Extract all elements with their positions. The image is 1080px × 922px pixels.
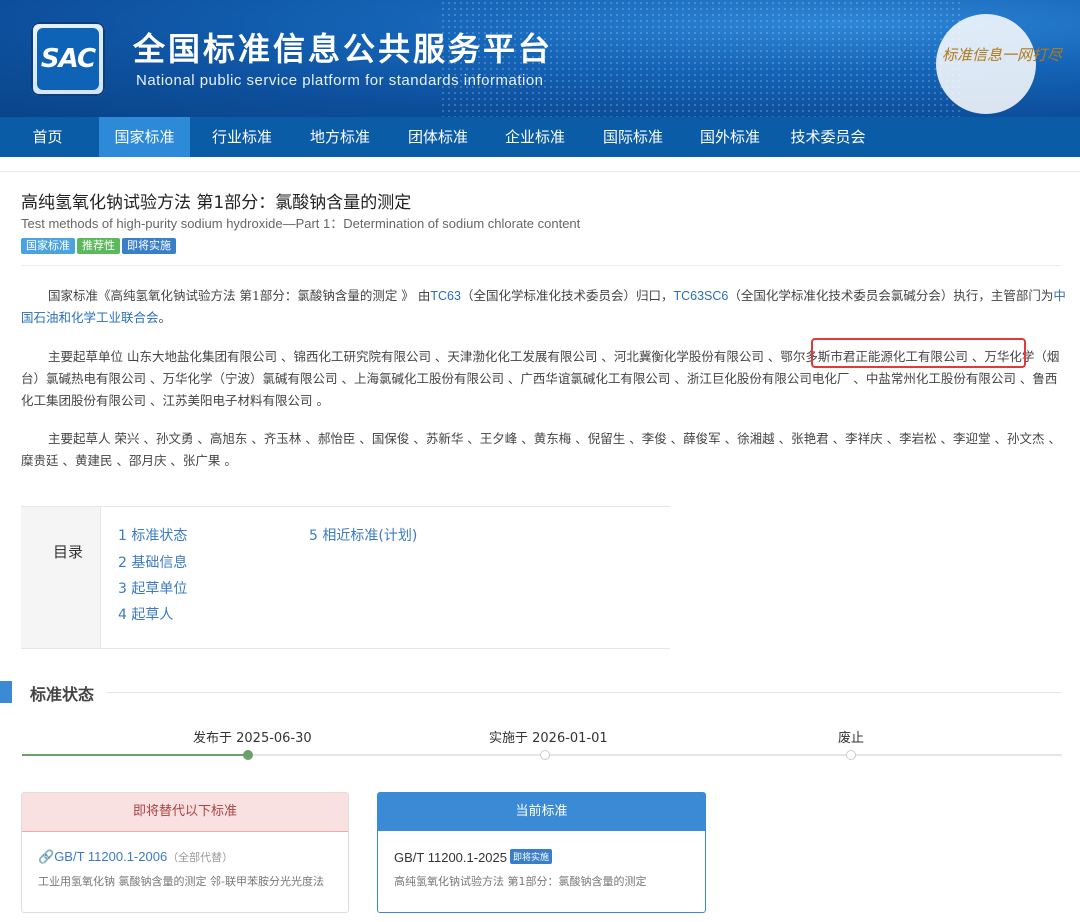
timeline-progress (22, 754, 251, 756)
timeline-published: 发布于 2025-06-30 (193, 731, 312, 746)
replaced-standard-card: 即将替代以下标准 🔗GB/T 11200.1-2006（全部代替） 工业用氢氧化… (21, 792, 349, 913)
intro-text-d: 。 (158, 310, 172, 325)
section-title-status: 标准状态 (30, 685, 95, 704)
link-tc63sc6[interactable]: TC63SC6 (673, 289, 728, 303)
nav-item-committee[interactable]: 技术委员会 (780, 117, 876, 157)
page-title: 高纯氢氧化钠试验方法 第1部分：氯酸钠含量的测定 (21, 193, 412, 213)
tag-upcoming: 即将实施 (122, 238, 176, 254)
divider (21, 265, 1062, 266)
toc-item-units[interactable]: 3 起草单位 (118, 578, 187, 598)
section-divider (106, 692, 1062, 693)
site-title-en: National public service platform for sta… (136, 72, 544, 89)
nav-item-local[interactable]: 地方标准 (295, 117, 385, 157)
current-standard-code: GB/T 11200.1-2025 (394, 850, 507, 865)
replaced-standard-desc: 工业用氢氧化钠 氯酸钠含量的测定 邻-联甲苯胺分光光度法 (38, 875, 324, 888)
replaced-standard-link[interactable]: GB/T 11200.1-2006 (54, 849, 167, 864)
timeline-dot-implemented (540, 750, 550, 760)
highlight-box (811, 338, 1026, 368)
nav-item-industry[interactable]: 行业标准 (197, 117, 287, 157)
current-standard-card: 当前标准 GB/T 11200.1-2025 即将实施 高纯氢氧化钠试验方法 第1… (377, 792, 706, 913)
nav-item-home[interactable]: 首页 (0, 117, 95, 157)
current-standard-desc: 高纯氢氧化钠试验方法 第1部分：氯酸钠含量的测定 (394, 875, 647, 888)
intro-text-b: （全国化学标准化技术委员会）归口， (460, 288, 674, 303)
timeline-dot-abolished (846, 750, 856, 760)
nav-item-foreign[interactable]: 国外标准 (685, 117, 775, 157)
toc-item-status[interactable]: 1 标准状态 (118, 525, 187, 545)
toc-item-basic[interactable]: 2 基础信息 (118, 552, 187, 572)
intro-text-c: （全国化学标准化技术委员会氯碱分会）执行，主管部门为 (728, 288, 1054, 303)
table-of-contents: 目录 1 标准状态 2 基础信息 3 起草单位 4 起草人 5 相近标准(计划) (21, 506, 670, 649)
link-tc63[interactable]: TC63 (430, 289, 461, 303)
timeline-dot-published (243, 750, 253, 760)
sac-logo[interactable]: SAC (31, 22, 105, 96)
replace-note: （全部代替） (167, 852, 234, 864)
toc-label-cell: 目录 (21, 507, 101, 648)
timeline-abolished: 废止 (838, 731, 865, 746)
tag-national: 国家标准 (21, 238, 75, 254)
timeline-implemented: 实施于 2026-01-01 (489, 731, 608, 746)
toc-label: 目录 (53, 543, 84, 561)
nav-item-international[interactable]: 国际标准 (588, 117, 678, 157)
site-title-cn: 全国标准信息公共服务平台 (133, 30, 554, 68)
current-card-header: 当前标准 (378, 793, 705, 831)
slogan-text: 标准信息一网打尽 (942, 46, 1063, 64)
toc-item-drafters[interactable]: 4 起草人 (118, 604, 173, 624)
main-nav: 首页 国家标准 行业标准 地方标准 团体标准 企业标准 国际标准 国外标准 技术… (0, 117, 1080, 157)
intro-paragraph: 国家标准《高纯氢氧化钠试验方法 第1部分：氯酸钠含量的测定 》 由TC63（全国… (21, 285, 1066, 329)
intro-text-a: 国家标准《高纯氢氧化钠试验方法 第1部分：氯酸钠含量的测定 》 由 (48, 288, 431, 303)
section-marker (0, 681, 12, 703)
site-banner: SAC 全国标准信息公共服务平台 National public service… (0, 0, 1080, 117)
current-standard-row: GB/T 11200.1-2025 即将实施 (394, 849, 553, 865)
current-standard-badge: 即将实施 (510, 849, 553, 864)
toc-item-related[interactable]: 5 相近标准(计划) (309, 525, 417, 545)
nav-item-group[interactable]: 团体标准 (393, 117, 483, 157)
page-subtitle-en: Test methods of high-purity sodium hydro… (21, 216, 581, 231)
nav-item-enterprise[interactable]: 企业标准 (490, 117, 580, 157)
tag-recommended: 推荐性 (77, 238, 120, 254)
replaced-standard-row: 🔗GB/T 11200.1-2006（全部代替） (38, 849, 233, 865)
link-icon: 🔗 (38, 849, 55, 864)
replaced-card-header: 即将替代以下标准 (22, 793, 348, 832)
nav-item-national[interactable]: 国家标准 (99, 117, 190, 157)
logo-text: SAC (40, 44, 96, 74)
drafters: 主要起草人 荣兴 、孙文勇 、高旭东 、齐玉林 、郝怡臣 、国保俊 、苏新华 、… (21, 431, 1061, 468)
tag-group: 国家标准 推荐性 即将实施 (21, 234, 178, 254)
